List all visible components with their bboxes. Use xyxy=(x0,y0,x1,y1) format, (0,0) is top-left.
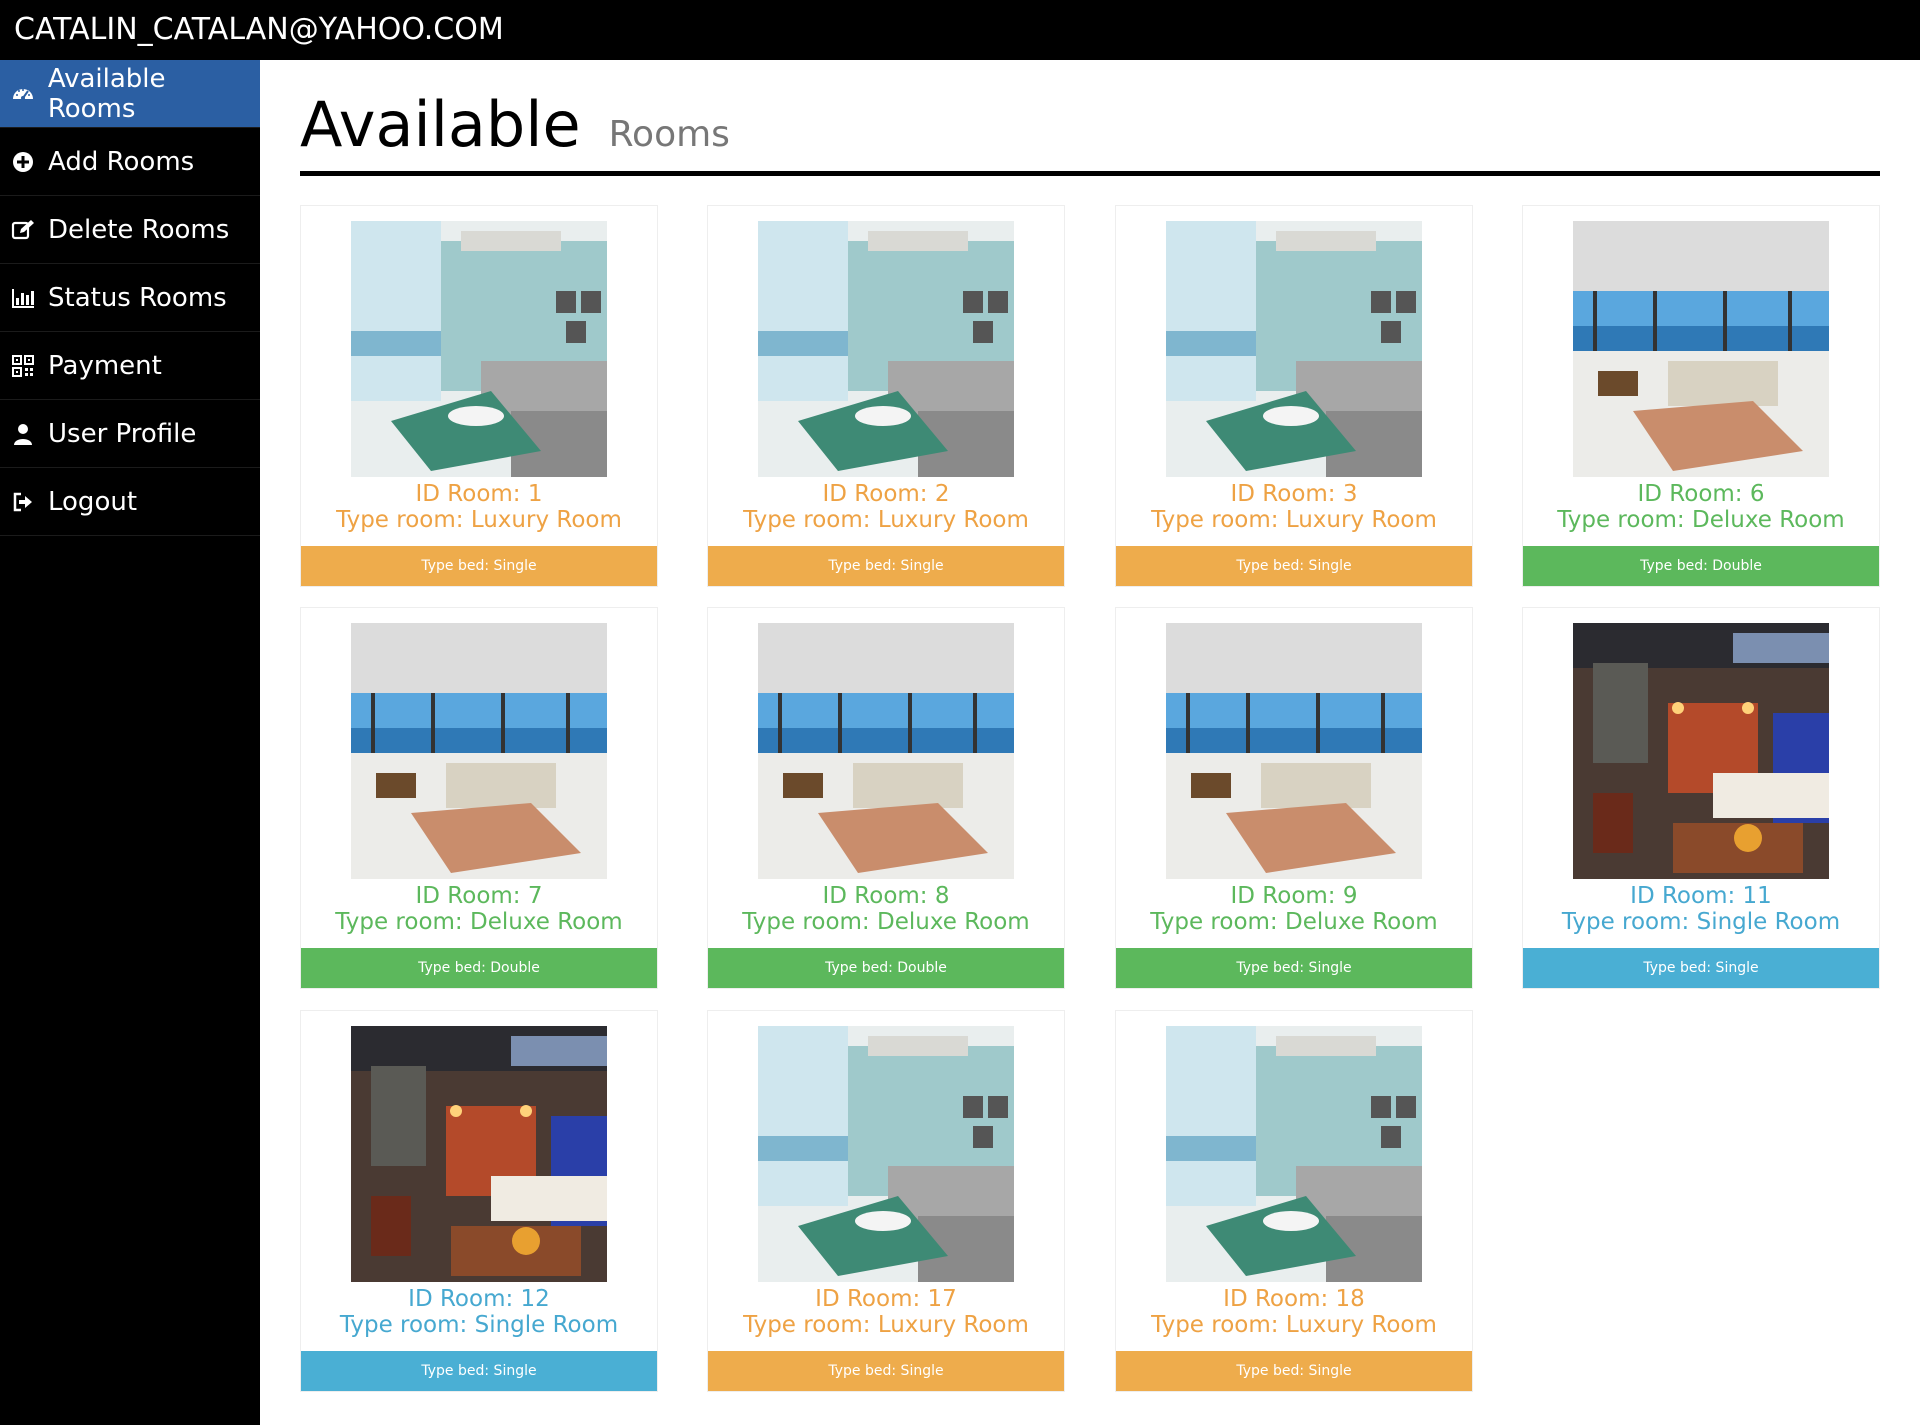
room-card[interactable]: ID Room: 17 Type room: Luxury Room Type … xyxy=(707,1010,1065,1392)
bed-type-badge: Type bed: Single xyxy=(708,1351,1064,1391)
bed-type-badge: Type bed: Single xyxy=(708,546,1064,586)
room-id: ID Room: 18 xyxy=(1223,1286,1365,1312)
room-type: Type room: Single Room xyxy=(339,1312,619,1338)
room-id: ID Room: 17 xyxy=(815,1286,957,1312)
room-id: ID Room: 12 xyxy=(408,1286,550,1312)
dashboard-icon xyxy=(10,81,36,107)
room-card[interactable]: ID Room: 8 Type room: Deluxe Room Type b… xyxy=(707,607,1065,989)
logout-icon xyxy=(10,489,36,515)
nav-available-rooms[interactable]: Available Rooms xyxy=(0,60,260,128)
room-type: Type room: Deluxe Room xyxy=(335,909,623,935)
room-card[interactable]: ID Room: 9 Type room: Deluxe Room Type b… xyxy=(1115,607,1473,989)
room-photo xyxy=(1166,1026,1422,1282)
room-id: ID Room: 8 xyxy=(822,883,950,909)
room-photo xyxy=(351,221,607,477)
room-photo xyxy=(1166,623,1422,879)
room-type: Type room: Deluxe Room xyxy=(742,909,1030,935)
room-type: Type room: Luxury Room xyxy=(743,507,1029,533)
nav-status-rooms[interactable]: Status Rooms xyxy=(0,264,260,332)
room-type: Type room: Luxury Room xyxy=(336,507,622,533)
nav-user-profile[interactable]: User Profile xyxy=(0,400,260,468)
nav-label: Delete Rooms xyxy=(48,214,230,245)
page-title: Available xyxy=(300,88,581,161)
room-id: ID Room: 3 xyxy=(1230,481,1358,507)
room-card[interactable]: ID Room: 1 Type room: Luxury Room Type b… xyxy=(300,205,658,587)
page-subtitle: Rooms xyxy=(608,114,730,155)
room-photo xyxy=(351,1026,607,1282)
nav-logout[interactable]: Logout xyxy=(0,468,260,536)
room-card[interactable]: ID Room: 12 Type room: Single Room Type … xyxy=(300,1010,658,1392)
room-card[interactable]: ID Room: 6 Type room: Deluxe Room Type b… xyxy=(1522,205,1880,587)
room-photo xyxy=(351,623,607,879)
bar-chart-icon xyxy=(10,285,36,311)
room-photo xyxy=(758,221,1014,477)
room-photo xyxy=(758,623,1014,879)
user-email: CATALIN_CATALAN@YAHOO.COM xyxy=(0,0,1920,60)
room-card[interactable]: ID Room: 2 Type room: Luxury Room Type b… xyxy=(707,205,1065,587)
room-card[interactable]: ID Room: 3 Type room: Luxury Room Type b… xyxy=(1115,205,1473,587)
plus-circle-icon xyxy=(10,149,36,175)
room-photo xyxy=(758,1026,1014,1282)
room-type: Type room: Luxury Room xyxy=(1151,1312,1437,1338)
room-photo xyxy=(1573,221,1829,477)
room-id: ID Room: 7 xyxy=(415,883,543,909)
nav-delete-rooms[interactable]: Delete Rooms xyxy=(0,196,260,264)
bed-type-badge: Type bed: Double xyxy=(301,948,657,988)
room-type: Type room: Luxury Room xyxy=(743,1312,1029,1338)
nav-add-rooms[interactable]: Add Rooms xyxy=(0,128,260,196)
room-photo xyxy=(1166,221,1422,477)
room-card[interactable]: ID Room: 7 Type room: Deluxe Room Type b… xyxy=(300,607,658,989)
nav-payment[interactable]: Payment xyxy=(0,332,260,400)
nav-label: Logout xyxy=(48,486,138,517)
room-type: Type room: Single Room xyxy=(1561,909,1841,935)
user-icon xyxy=(10,421,36,447)
bed-type-badge: Type bed: Double xyxy=(1523,546,1879,586)
sidebar: Available Rooms Add Rooms Delete Rooms S… xyxy=(0,60,260,1425)
room-photo xyxy=(1573,623,1829,879)
room-id: ID Room: 9 xyxy=(1230,883,1358,909)
main-content: Available Rooms ID Room: 1 Type room: Lu… xyxy=(260,60,1920,1425)
bed-type-badge: Type bed: Single xyxy=(1116,1351,1472,1391)
nav-label: Available Rooms xyxy=(47,63,166,124)
room-type: Type room: Luxury Room xyxy=(1151,507,1437,533)
bed-type-badge: Type bed: Single xyxy=(1116,546,1472,586)
room-id: ID Room: 2 xyxy=(822,481,950,507)
nav-label: User Profile xyxy=(48,418,197,449)
bed-type-badge: Type bed: Single xyxy=(301,1351,657,1391)
room-id: ID Room: 11 xyxy=(1630,883,1772,909)
nav-label: Add Rooms xyxy=(48,146,195,177)
room-type: Type room: Deluxe Room xyxy=(1557,507,1845,533)
bed-type-badge: Type bed: Single xyxy=(1116,948,1472,988)
bed-type-badge: Type bed: Single xyxy=(301,546,657,586)
qrcode-icon xyxy=(10,353,36,379)
room-id: ID Room: 6 xyxy=(1637,481,1765,507)
bed-type-badge: Type bed: Double xyxy=(708,948,1064,988)
edit-icon xyxy=(10,217,36,243)
nav-label: Status Rooms xyxy=(48,282,227,313)
bed-type-badge: Type bed: Single xyxy=(1523,948,1879,988)
room-card[interactable]: ID Room: 18 Type room: Luxury Room Type … xyxy=(1115,1010,1473,1392)
nav-label: Payment xyxy=(48,350,162,381)
room-type: Type room: Deluxe Room xyxy=(1150,909,1438,935)
page-heading: Available Rooms xyxy=(300,80,1880,176)
room-card[interactable]: ID Room: 11 Type room: Single Room Type … xyxy=(1522,607,1880,989)
room-id: ID Room: 1 xyxy=(415,481,543,507)
